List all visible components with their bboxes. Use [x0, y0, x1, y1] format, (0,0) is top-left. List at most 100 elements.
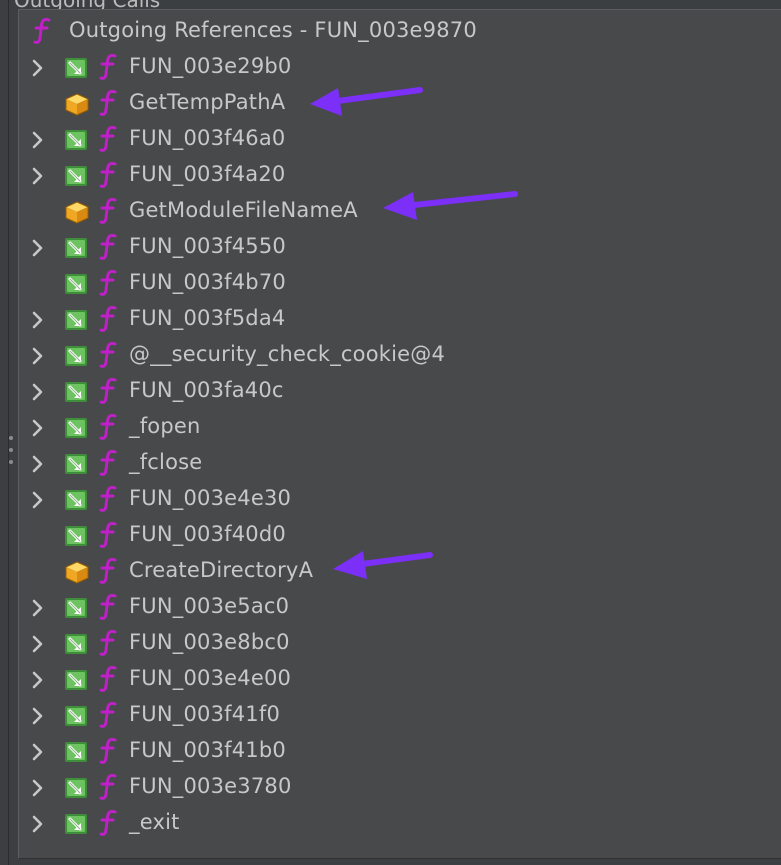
tree-item[interactable]: FUN_003e8bc0 — [19, 626, 779, 662]
tree-item[interactable]: _fclose — [19, 446, 779, 482]
chevron-right-icon[interactable] — [31, 59, 45, 77]
tree-item[interactable]: CreateDirectoryA — [19, 554, 779, 590]
call-arrow-icon — [65, 706, 87, 726]
tree-item-label: FUN_003f40d0 — [129, 522, 286, 546]
function-f-icon — [99, 629, 117, 656]
tree-item[interactable]: FUN_003f46a0 — [19, 122, 779, 158]
tree-item[interactable]: GetModuleFileNameA — [19, 194, 779, 230]
call-arrow-icon — [65, 490, 87, 510]
function-f-icon — [99, 521, 117, 548]
function-f-icon — [99, 233, 117, 260]
chevron-right-icon[interactable] — [31, 743, 45, 761]
call-arrow-icon — [65, 238, 87, 258]
function-f-icon — [99, 557, 117, 584]
left-gutter — [0, 0, 9, 865]
function-f-icon — [99, 773, 117, 800]
function-f-icon — [99, 269, 117, 296]
function-f-icon — [99, 197, 117, 224]
chevron-right-icon[interactable] — [31, 311, 45, 329]
function-f-icon — [99, 665, 117, 692]
tree-item[interactable]: FUN_003f4a20 — [19, 158, 779, 194]
tree-item[interactable]: GetTempPathA — [19, 86, 779, 122]
call-arrow-icon — [65, 274, 87, 294]
chevron-right-icon[interactable] — [31, 455, 45, 473]
tree-item[interactable]: FUN_003e29b0 — [19, 50, 779, 86]
outgoing-references-panel: Outgoing References - FUN_003e9870 FUN_0… — [18, 9, 781, 859]
tree-item-label: FUN_003f4b70 — [129, 270, 286, 294]
tree-item-label: GetModuleFileNameA — [129, 198, 358, 222]
tree-item[interactable]: FUN_003e3780 — [19, 770, 779, 806]
call-arrow-icon — [65, 634, 87, 654]
tree-item[interactable]: FUN_003f40d0 — [19, 518, 779, 554]
tree-item[interactable]: FUN_003f5da4 — [19, 302, 779, 338]
tree-item[interactable]: FUN_003fa40c — [19, 374, 779, 410]
tree-item[interactable]: FUN_003f4b70 — [19, 266, 779, 302]
external-library-icon — [65, 201, 89, 224]
drag-handle-icon[interactable] — [9, 436, 13, 464]
chevron-right-icon[interactable] — [31, 635, 45, 653]
chevron-right-icon[interactable] — [31, 815, 45, 833]
chevron-right-icon[interactable] — [31, 599, 45, 617]
tree-item[interactable]: FUN_003e4e00 — [19, 662, 779, 698]
tree-item-label: FUN_003f4550 — [129, 234, 286, 258]
chevron-right-icon[interactable] — [31, 383, 45, 401]
tree-item[interactable]: FUN_003f41f0 — [19, 698, 779, 734]
call-arrow-icon — [65, 598, 87, 618]
tree-item[interactable]: FUN_003e5ac0 — [19, 590, 779, 626]
function-f-icon — [33, 17, 51, 44]
call-arrow-icon — [65, 166, 87, 186]
tree-item[interactable]: _exit — [19, 806, 779, 842]
function-f-icon — [99, 341, 117, 368]
tree-item-label: FUN_003f5da4 — [129, 306, 286, 330]
chevron-right-icon[interactable] — [31, 131, 45, 149]
tree-item-label: _fopen — [129, 414, 201, 438]
call-arrow-icon — [65, 454, 87, 474]
tree-root-label: Outgoing References - FUN_003e9870 — [69, 18, 477, 42]
tree-item[interactable]: @__security_check_cookie@4 — [19, 338, 779, 374]
tree-root[interactable]: Outgoing References - FUN_003e9870 — [19, 14, 779, 50]
tree-item-label: FUN_003e29b0 — [129, 54, 292, 78]
chevron-right-icon[interactable] — [31, 671, 45, 689]
tree-item-label: FUN_003e5ac0 — [129, 594, 290, 618]
chevron-right-icon[interactable] — [31, 779, 45, 797]
chevron-right-icon[interactable] — [31, 347, 45, 365]
function-f-icon — [99, 449, 117, 476]
call-arrow-icon — [65, 346, 87, 366]
function-f-icon — [99, 485, 117, 512]
tree-item-label: _fclose — [129, 450, 203, 474]
function-f-icon — [99, 701, 117, 728]
function-f-icon — [99, 125, 117, 152]
tree-item-label: FUN_003e8bc0 — [129, 630, 290, 654]
call-arrow-icon — [65, 670, 87, 690]
function-f-icon — [99, 161, 117, 188]
tree-item-label: CreateDirectoryA — [129, 558, 314, 582]
tree-item[interactable]: FUN_003e4e30 — [19, 482, 779, 518]
tree-item[interactable]: FUN_003f4550 — [19, 230, 779, 266]
function-f-icon — [99, 413, 117, 440]
tree-item-label: FUN_003e4e00 — [129, 666, 292, 690]
tree-item-label: _exit — [129, 810, 180, 834]
call-arrow-icon — [65, 778, 87, 798]
chevron-right-icon[interactable] — [31, 419, 45, 437]
tree-item-label: GetTempPathA — [129, 90, 286, 114]
tree-item-label: @__security_check_cookie@4 — [129, 342, 446, 366]
function-f-icon — [99, 89, 117, 116]
external-library-icon — [65, 561, 89, 584]
tree-item[interactable]: FUN_003f41b0 — [19, 734, 779, 770]
call-arrow-icon — [65, 526, 87, 546]
call-arrow-icon — [65, 310, 87, 330]
tree-item-label: FUN_003fa40c — [129, 378, 284, 402]
call-arrow-icon — [65, 742, 87, 762]
function-f-icon — [99, 737, 117, 764]
tree-item-label: FUN_003f41b0 — [129, 738, 286, 762]
function-f-icon — [99, 809, 117, 836]
function-f-icon — [99, 593, 117, 620]
call-arrow-icon — [65, 418, 87, 438]
tree-item-label: FUN_003e4e30 — [129, 486, 292, 510]
chevron-right-icon[interactable] — [31, 707, 45, 725]
chevron-right-icon[interactable] — [31, 239, 45, 257]
tree-item[interactable]: _fopen — [19, 410, 779, 446]
chevron-right-icon[interactable] — [31, 167, 45, 185]
tree-item-label: FUN_003f46a0 — [129, 126, 286, 150]
chevron-right-icon[interactable] — [31, 491, 45, 509]
